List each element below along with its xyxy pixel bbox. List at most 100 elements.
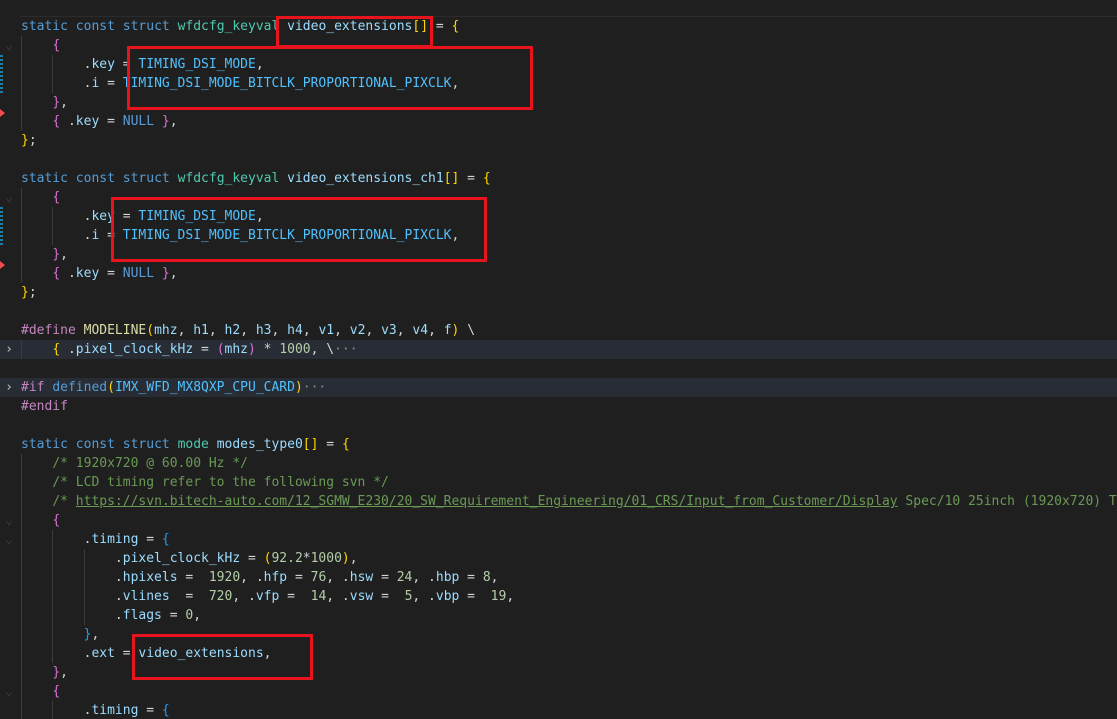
code-token: hsw [349,570,374,585]
code-token: ) [341,551,350,566]
code-token: } [161,114,170,129]
code-line[interactable]: #endif [0,397,1117,416]
code-line[interactable]: { .key = NULL }, [0,112,1117,131]
code-token: ) [248,342,256,357]
code-line[interactable]: ⌄ .timing = { [0,530,1117,549]
code-line[interactable]: #define MODELINE(mhz, h1, h2, h3, h4, v1… [0,321,1117,340]
code-token: mhz [154,323,178,338]
code-token: , [169,114,178,129]
code-token: , [490,570,499,585]
code-text[interactable]: { [21,36,60,55]
code-token: #endif [21,399,68,414]
code-token: . [21,551,123,566]
code-text[interactable]: }, [21,93,68,112]
code-token: = [459,171,483,186]
gutter-modified-marker[interactable] [0,207,3,245]
code-token: , [396,323,413,338]
code-line[interactable]: › { .pixel_clock_kHz = (mhz) * 1000, \··… [0,340,1117,359]
code-line[interactable]: static const struct wfdcfg_keyval video_… [0,169,1117,188]
fold-expand-icon[interactable]: › [3,378,15,397]
code-text[interactable]: static const struct mode modes_type0[] =… [21,435,350,454]
code-line[interactable]: static const struct mode modes_type0[] =… [0,435,1117,454]
code-line[interactable]: /* 1920x720 @ 60.00 Hz */ [0,454,1117,473]
code-token: , [193,608,202,623]
code-token: } [21,285,29,300]
code-text[interactable]: { .key = NULL }, [21,112,178,131]
code-token: MODELINE [83,323,147,338]
fold-collapse-icon[interactable]: ⌄ [3,530,15,549]
code-text[interactable]: { .key = NULL }, [21,264,177,283]
code-token: v4 [412,323,429,338]
code-line[interactable]: .vlines = 720, .vfp = 14, .vsw = 5, .vbp… [0,587,1117,606]
code-token: . [60,114,76,129]
code-text[interactable]: }, [21,245,68,264]
code-line[interactable]: › #if defined(IMX_WFD_MX8QXP_CPU_CARD)··· [0,378,1117,397]
code-line[interactable]: ⌄ { [0,511,1117,530]
code-line[interactable]: /* LCD timing refer to the following svn… [0,473,1117,492]
code-line[interactable]: }; [0,283,1117,302]
code-token: vfp [255,589,280,604]
fold-collapse-icon[interactable]: ⌄ [3,36,15,55]
code-token: { [161,703,170,718]
code-text[interactable]: { [21,682,60,701]
code-text[interactable]: }; [21,283,37,302]
code-line[interactable]: }; [0,131,1117,150]
code-line[interactable]: .timing = { [0,701,1117,719]
code-line[interactable]: ⌄ { [0,682,1117,701]
code-editor[interactable]: static const struct wfdcfg_keyval video_… [0,0,1117,719]
code-token: . [21,228,92,243]
code-token: h2 [224,323,241,338]
code-text[interactable]: .timing = { [21,530,170,549]
fold-expand-icon[interactable]: › [3,340,15,359]
code-text[interactable]: /* https://svn.bitech-auto.com/12_SGMW_E… [21,492,1117,511]
code-text[interactable]: }, [21,625,100,644]
fold-collapse-icon[interactable]: ⌄ [3,511,15,530]
code-text[interactable]: .hpixels = 1920, .hfp = 76, .hsw = 24, .… [21,568,499,587]
code-text[interactable]: static const struct wfdcfg_keyval video_… [21,169,491,188]
code-text[interactable]: /* 1920x720 @ 60.00 Hz */ [21,454,248,473]
code-text[interactable]: { .pixel_clock_kHz = (mhz) * 1000, \··· [21,340,357,359]
gutter-deleted-marker[interactable] [0,109,5,117]
code-token: h1 [193,323,209,338]
code-text[interactable]: .flags = 0, [21,606,201,625]
code-text[interactable]: }, [21,663,68,682]
code-text[interactable]: .timing = { [21,701,170,719]
code-line[interactable]: .pixel_clock_kHz = (92.2*1000), [0,549,1117,568]
code-line[interactable]: .hpixels = 1920, .hfp = 76, .hsw = 24, .… [0,568,1117,587]
gutter-modified-marker[interactable] [0,55,3,93]
code-text[interactable]: .vlines = 720, .vfp = 14, .vsw = 5, .vbp… [21,587,514,606]
gutter-deleted-marker[interactable] [0,261,5,269]
code-text[interactable]: #if defined(IMX_WFD_MX8QXP_CPU_CARD)··· [21,378,326,397]
code-token: static [21,19,68,34]
code-line[interactable]: .flags = 0, [0,606,1117,625]
fold-collapse-icon[interactable]: ⌄ [3,188,15,207]
code-text[interactable]: /* LCD timing refer to the following svn… [21,473,389,492]
code-token: pixel_clock_kHz [122,551,241,566]
code-text[interactable]: { [21,511,60,530]
code-line[interactable]: /* https://svn.bitech-auto.com/12_SGMW_E… [0,492,1117,511]
code-token: * [255,342,280,357]
code-text[interactable]: #endif [21,397,68,416]
code-token: { [161,532,170,547]
code-token: wfdcfg_keyval [177,19,280,34]
code-line[interactable]: static const struct wfdcfg_keyval video_… [0,17,1117,36]
code-text[interactable]: .pixel_clock_kHz = (92.2*1000), [21,549,358,568]
annotation-box-video-extensions [276,16,433,48]
code-text[interactable]: { [21,188,60,207]
code-text[interactable]: }; [21,131,37,150]
code-token: struct [122,437,170,452]
code-token: , [271,323,288,338]
code-text[interactable]: #define MODELINE(mhz, h1, h2, h3, h4, v1… [21,321,475,340]
code-token: 1000 [279,342,311,357]
code-line[interactable]: { .key = NULL }, [0,264,1117,283]
code-token: ( [216,342,225,357]
fold-collapse-icon[interactable]: ⌄ [3,682,15,701]
